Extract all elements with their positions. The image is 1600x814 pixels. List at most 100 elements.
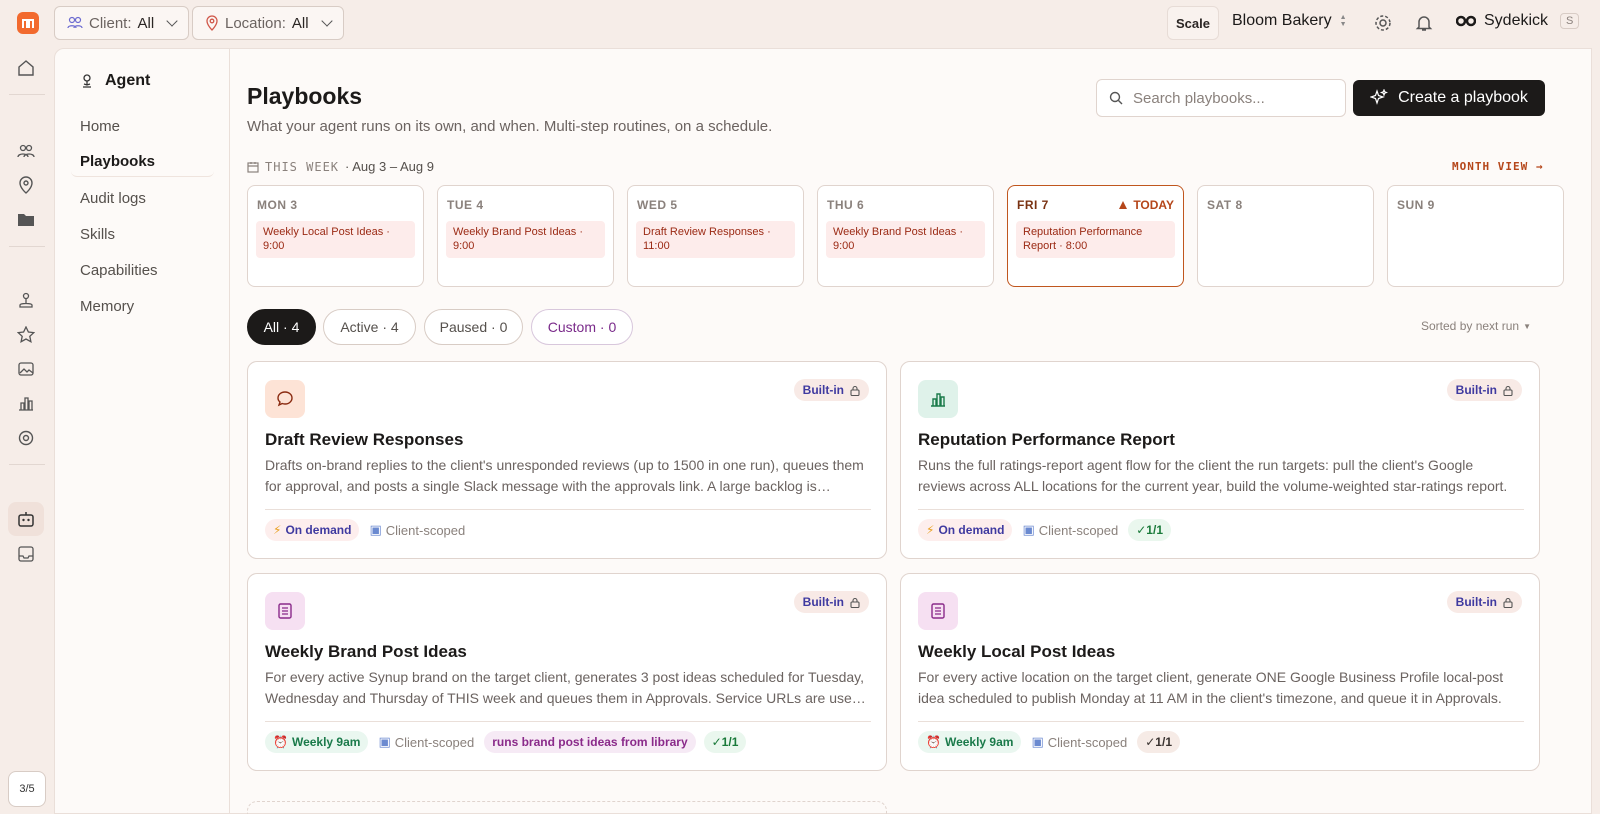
logo-icon xyxy=(22,19,34,28)
folder-icon[interactable] xyxy=(17,210,35,228)
sydekick-icon xyxy=(1456,15,1476,27)
scope-icon: ▣ xyxy=(1031,734,1044,749)
card-icon-bg xyxy=(918,380,958,418)
builtin-label: Built-in xyxy=(1455,595,1497,609)
page-indicator[interactable]: 3/5 xyxy=(8,771,46,807)
lock-icon xyxy=(850,385,860,396)
new-playbook-placeholder[interactable] xyxy=(247,801,887,814)
week-header: THIS WEEK · Aug 3 – Aug 9 xyxy=(247,159,434,174)
app-logo[interactable] xyxy=(17,12,39,34)
month-view-link[interactable]: MONTH VIEW → xyxy=(1452,160,1543,173)
top-bar: Client: All Location: All Scale Bloom Ba… xyxy=(0,0,1600,46)
analytics-icon[interactable] xyxy=(17,394,35,412)
location-filter-label: Location: xyxy=(225,14,286,32)
users-icon xyxy=(67,16,83,29)
openai-icon[interactable] xyxy=(17,429,35,447)
gear-icon[interactable] xyxy=(1373,13,1393,33)
agent-subnav: Agent Home Playbooks Audit logs Skills C… xyxy=(55,49,230,813)
location-filter-value: All xyxy=(291,14,309,32)
location-pin-icon xyxy=(206,15,218,31)
trigger-label: Weekly 9am xyxy=(944,735,1014,749)
trigger-label: On demand xyxy=(285,523,352,537)
run-count-badge: ✓1/1 xyxy=(703,731,747,753)
card-icon-bg xyxy=(918,592,958,630)
card-title: Draft Review Responses xyxy=(265,430,464,449)
rail-divider xyxy=(9,94,45,95)
day-sun[interactable]: SUN 9 xyxy=(1387,185,1564,287)
sort-dropdown[interactable]: Sorted by next run ▼ xyxy=(1421,319,1531,333)
main-panel: Agent Home Playbooks Audit logs Skills C… xyxy=(54,48,1592,814)
alarm-clock-icon: ⏰ xyxy=(273,735,288,749)
day-event[interactable]: Weekly Brand Post Ideas · 9:00 xyxy=(446,221,605,258)
rail-divider xyxy=(9,246,45,247)
create-playbook-button[interactable]: Create a playbook xyxy=(1353,80,1545,116)
lock-icon xyxy=(850,597,860,608)
star-icon[interactable] xyxy=(17,326,35,344)
icon-rail xyxy=(0,46,54,814)
day-event[interactable]: Weekly Local Post Ideas · 9:00 xyxy=(256,221,415,258)
filter-custom[interactable]: Custom · 0 xyxy=(531,309,633,345)
playbook-card[interactable]: Built-in Weekly Brand Post Ideas For eve… xyxy=(247,573,887,771)
bell-icon[interactable] xyxy=(1414,13,1434,33)
scope-icon: ▣ xyxy=(369,522,382,537)
chevron-down-icon xyxy=(166,15,178,27)
inbox-icon[interactable] xyxy=(17,545,35,563)
subnav-item-memory[interactable]: Memory xyxy=(71,291,214,321)
today-badge: TODAY xyxy=(1118,198,1174,212)
scope-label: Client-scoped xyxy=(394,734,475,750)
day-event[interactable]: Reputation Performance Report · 8:00 xyxy=(1016,221,1175,258)
home-icon[interactable] xyxy=(17,59,35,77)
day-tue[interactable]: TUE 4 Weekly Brand Post Ideas · 9:00 xyxy=(437,185,614,287)
day-mon[interactable]: MON 3 Weekly Local Post Ideas · 9:00 xyxy=(247,185,424,287)
day-thu[interactable]: THU 6 Weekly Brand Post Ideas · 9:00 xyxy=(817,185,994,287)
subnav-item-capabilities[interactable]: Capabilities xyxy=(71,255,214,285)
day-wed[interactable]: WED 5 Draft Review Responses · 11:00 xyxy=(627,185,804,287)
client-filter[interactable]: Client: All xyxy=(54,6,190,40)
scope-icon: ▣ xyxy=(1022,522,1035,537)
org-switcher[interactable]: Bloom Bakery ▲ ▼ xyxy=(1232,12,1347,30)
pin-board-icon[interactable] xyxy=(17,291,35,309)
lightning-icon: ⚡ xyxy=(273,523,282,537)
org-name: Bloom Bakery xyxy=(1232,12,1332,29)
trigger-label: Weekly 9am xyxy=(291,735,361,749)
subnav-item-playbooks[interactable]: Playbooks xyxy=(71,147,214,177)
subnav-item-home[interactable]: Home xyxy=(71,111,214,141)
day-fri-today[interactable]: FRI 7 TODAY Reputation Performance Repor… xyxy=(1007,185,1184,287)
lock-icon xyxy=(1503,597,1513,608)
gallery-icon[interactable] xyxy=(17,360,35,378)
trigger-badge: ⏰ Weekly 9am xyxy=(918,731,1022,753)
subnav-item-skills[interactable]: Skills xyxy=(71,219,214,249)
shortcut-key: S xyxy=(1560,13,1580,29)
day-event[interactable]: Draft Review Responses · 11:00 xyxy=(636,221,795,258)
builtin-badge: Built-in xyxy=(1446,379,1522,401)
filter-active[interactable]: Active · 4 xyxy=(323,309,416,345)
chevron-down-icon xyxy=(320,15,333,27)
day-label: WED 5 xyxy=(637,198,678,212)
playbook-card[interactable]: Built-in Draft Review Responses Drafts o… xyxy=(247,361,887,559)
document-icon xyxy=(931,603,945,619)
card-description: For every active location on the target … xyxy=(918,669,1504,706)
filter-all[interactable]: All · 4 xyxy=(247,309,316,345)
sydekick-button[interactable]: Sydekick S xyxy=(1456,12,1580,30)
run-count-badge: ✓1/1 xyxy=(1128,519,1171,541)
filter-paused[interactable]: Paused · 0 xyxy=(424,309,523,345)
card-divider xyxy=(265,721,871,722)
search-input[interactable]: Search playbooks... xyxy=(1096,79,1346,117)
location-pin-icon[interactable] xyxy=(17,176,35,194)
subnav-title-label: Agent xyxy=(105,72,151,89)
subnav-item-audit-logs[interactable]: Audit logs xyxy=(71,183,214,213)
playbook-card[interactable]: Built-in Weekly Local Post Ideas For eve… xyxy=(900,573,1540,771)
trigger-badge: ⏰ Weekly 9am xyxy=(265,731,369,753)
day-event[interactable]: Weekly Brand Post Ideas · 9:00 xyxy=(826,221,985,258)
playbook-card[interactable]: Built-in Reputation Performance Report R… xyxy=(900,361,1540,559)
builtin-label: Built-in xyxy=(1455,383,1497,397)
users-icon[interactable] xyxy=(17,142,35,160)
trigger-badge: ⚡ On demand xyxy=(918,519,1013,541)
card-tags: ⚡ On demand ▣ Client-scoped xyxy=(265,519,467,541)
robot-icon[interactable] xyxy=(17,510,35,528)
sort-label: Sorted by next run xyxy=(1421,319,1520,333)
location-filter[interactable]: Location: All xyxy=(192,6,344,40)
scale-button[interactable]: Scale xyxy=(1167,6,1219,40)
document-icon xyxy=(278,603,292,619)
day-sat[interactable]: SAT 8 xyxy=(1197,185,1374,287)
